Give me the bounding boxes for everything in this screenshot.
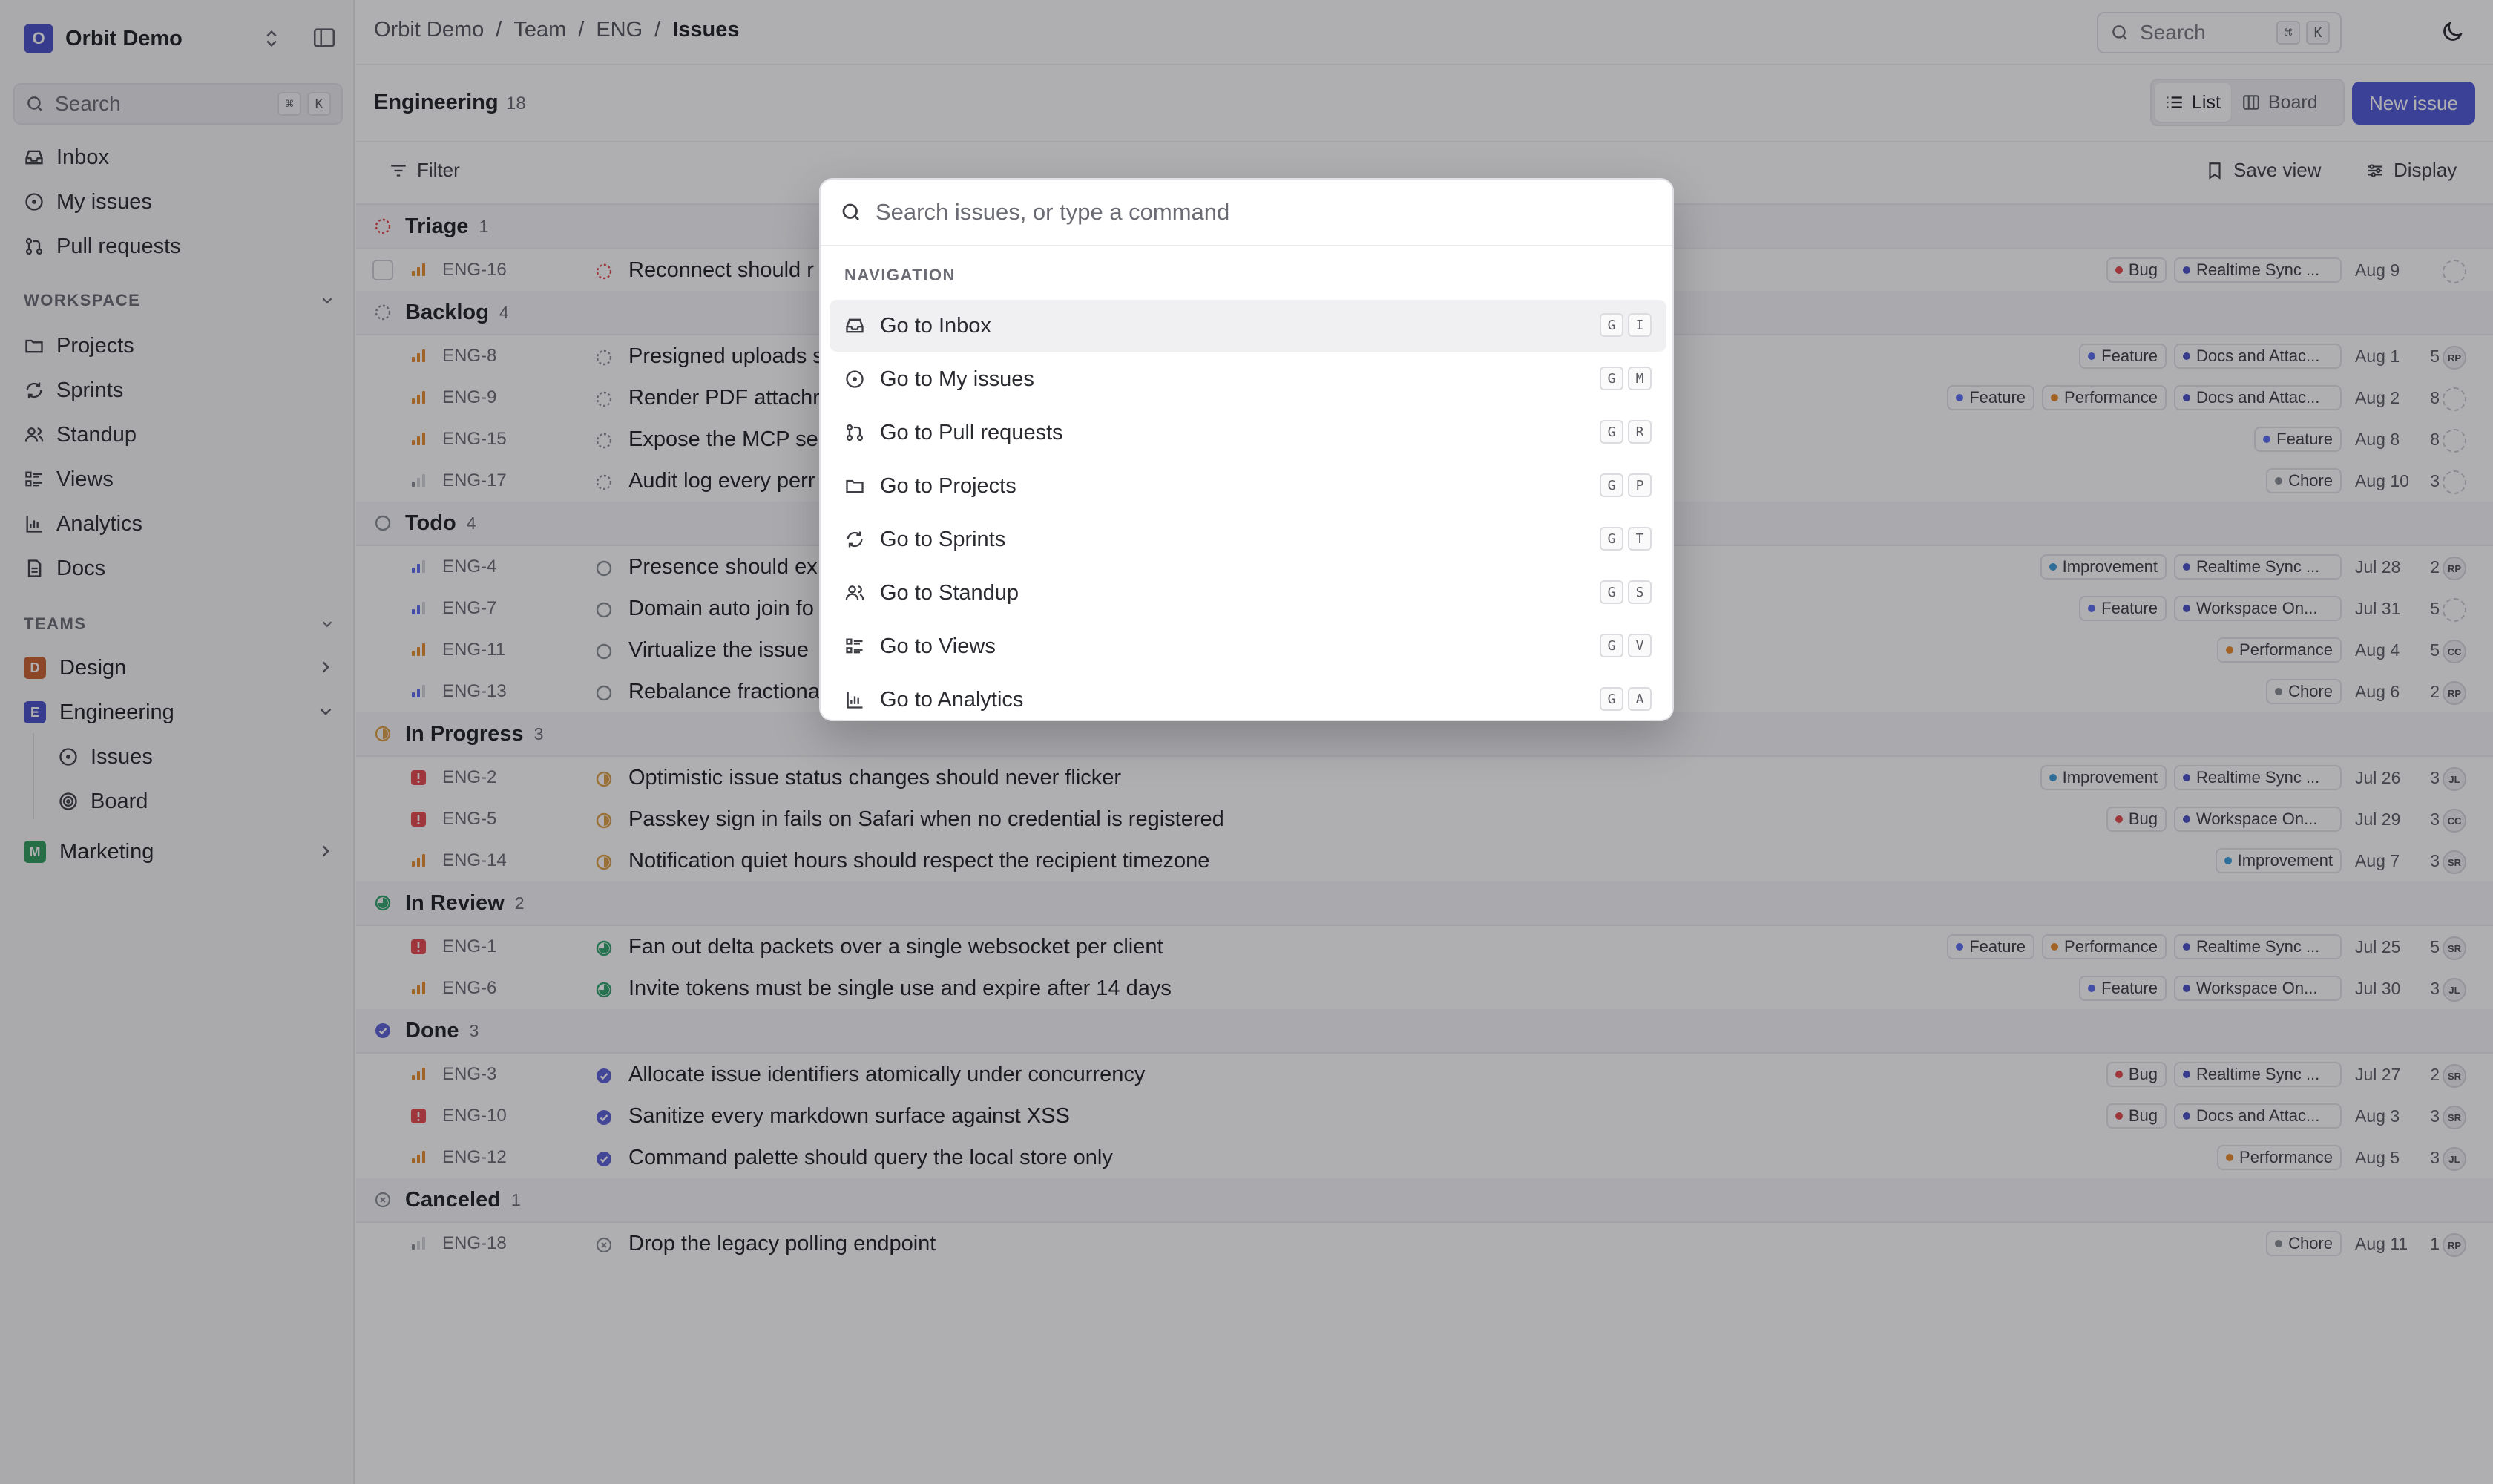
palette-shortcut: GM xyxy=(1600,367,1652,390)
palette-item-label: Go to Pull requests xyxy=(880,420,1063,444)
shortcut-key: P xyxy=(1628,473,1652,497)
palette-shortcut: GA xyxy=(1600,687,1652,711)
palette-shortcut: GP xyxy=(1600,473,1652,497)
shortcut-key: G xyxy=(1600,580,1623,604)
palette-item-go-to-standup[interactable]: Go to Standup G S xyxy=(830,567,1666,619)
palette-search xyxy=(821,180,1672,246)
palette-item-go-to-projects[interactable]: Go to Projects G P xyxy=(830,460,1666,512)
palette-search-input[interactable] xyxy=(876,199,1617,226)
shortcut-key: S xyxy=(1628,580,1652,604)
palette-item-go-to-pull-requests[interactable]: Go to Pull requests G R xyxy=(830,407,1666,459)
users-icon xyxy=(844,582,865,603)
palette-item-label: Go to Standup xyxy=(880,580,1019,605)
shortcut-key: G xyxy=(1600,367,1623,390)
palette-item-go-to-inbox[interactable]: Go to Inbox G I xyxy=(830,300,1666,352)
folder-icon xyxy=(844,476,865,496)
list-icon xyxy=(844,636,865,657)
search-icon xyxy=(840,201,862,223)
palette-item-go-to-views[interactable]: Go to Views G V xyxy=(830,620,1666,672)
shortcut-key: T xyxy=(1628,527,1652,551)
shortcut-key: G xyxy=(1600,687,1623,711)
shortcut-key: G xyxy=(1600,420,1623,444)
shortcut-key: R xyxy=(1628,420,1652,444)
shortcut-key: M xyxy=(1628,367,1652,390)
palette-item-go-to-my-issues[interactable]: Go to My issues G M xyxy=(830,353,1666,405)
shortcut-key: G xyxy=(1600,313,1623,337)
circle-dot-icon xyxy=(844,369,865,390)
shortcut-key: A xyxy=(1628,687,1652,711)
palette-item-go-to-analytics[interactable]: Go to Analytics G A xyxy=(830,674,1666,720)
palette-item-label: Go to My issues xyxy=(880,367,1034,391)
palette-item-go-to-sprints[interactable]: Go to Sprints G T xyxy=(830,513,1666,565)
cycle-icon xyxy=(844,529,865,550)
palette-item-label: Go to Views xyxy=(880,634,996,658)
palette-item-label: Go to Sprints xyxy=(880,527,1006,551)
palette-shortcut: GS xyxy=(1600,580,1652,604)
palette-shortcut: GV xyxy=(1600,634,1652,657)
shortcut-key: G xyxy=(1600,527,1623,551)
palette-shortcut: GT xyxy=(1600,527,1652,551)
palette-shortcut: GI xyxy=(1600,313,1652,337)
shortcut-key: I xyxy=(1628,313,1652,337)
pull-request-icon xyxy=(844,422,865,443)
palette-section-title: NAVIGATION xyxy=(844,266,956,284)
palette-item-label: Go to Projects xyxy=(880,473,1016,498)
command-palette: NAVIGATION Go to InboxGIGo to My issuesG… xyxy=(819,178,1674,721)
shortcut-key: V xyxy=(1628,634,1652,657)
palette-item-label: Go to Inbox xyxy=(880,313,991,338)
bar-chart-icon xyxy=(844,689,865,710)
palette-shortcut: GR xyxy=(1600,420,1652,444)
shortcut-key: G xyxy=(1600,473,1623,497)
inbox-icon xyxy=(844,315,865,336)
palette-item-label: Go to Analytics xyxy=(880,687,1024,712)
shortcut-key: G xyxy=(1600,634,1623,657)
